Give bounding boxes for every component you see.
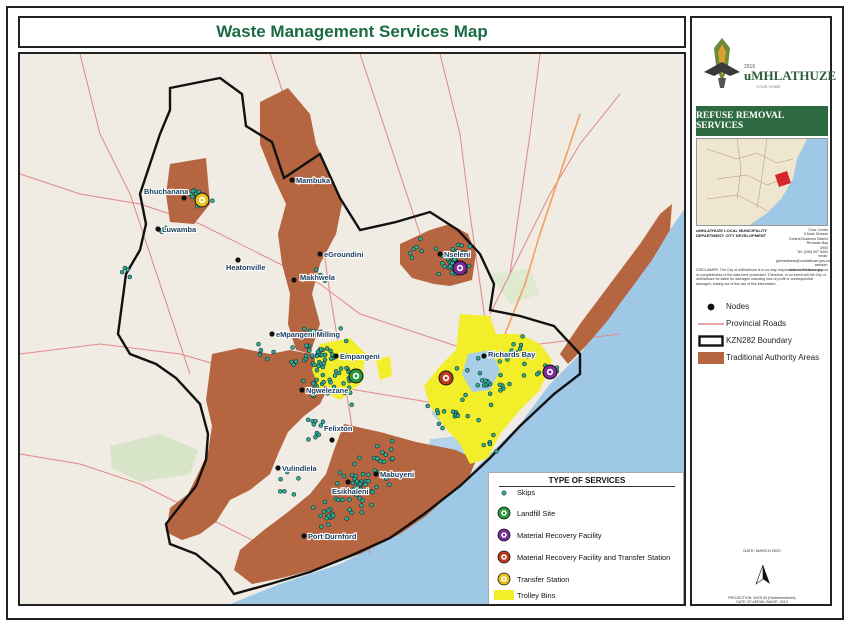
svg-text:Port Durnford: Port Durnford (308, 532, 357, 541)
inset-map-graphic (697, 139, 827, 225)
legend-nodes: Nodes (696, 298, 830, 315)
place-egroundini[interactable]: eGroundini (317, 249, 365, 260)
legend-trolley-bins: Trolley Bins (491, 590, 555, 600)
mrf-marker-alton[interactable] (542, 364, 558, 380)
svg-text:Bhuchanana: Bhuchanana (144, 187, 189, 196)
mrf-icon (491, 528, 517, 542)
legend-label: Trolley Bins (517, 590, 556, 600)
svg-text:eGroundini: eGroundini (324, 250, 363, 259)
place-heatonville[interactable]: Heatonville (225, 257, 267, 273)
legend-label: KZN282 Boundary (726, 336, 792, 345)
place-mambuka[interactable]: Mambuka (289, 175, 332, 186)
contact-details: Civic Centre 5 Mark Strasse Central Busi… (776, 228, 830, 272)
place-vulindlela[interactable]: Vulindlela (275, 463, 319, 474)
type-of-services-legend: TYPE OF SERVICES Skips Landfill Site Mat… (488, 472, 684, 604)
map-title: Waste Management Services Map (216, 22, 488, 41)
landfill-icon (491, 506, 517, 520)
legend-transfer-station: Transfer Station (491, 572, 569, 586)
legend-traditional-authority: Traditional Authority Areas (696, 349, 830, 366)
legend-skips: Skips (491, 488, 535, 497)
place-nseleni[interactable]: Nseleni (437, 249, 471, 260)
place-esikhaleni[interactable]: Esikhaleni (331, 479, 370, 497)
mrf-transfer-station-marker[interactable] (438, 370, 454, 386)
place-empangeni[interactable]: Empangeni (333, 351, 381, 362)
municipality-logo: 2016 uMHLATHUZE YOUR HOME (696, 28, 836, 98)
map-date: DATE: MARCH 2020 (743, 548, 781, 553)
legend-mrf-transfer: Material Recovery Facility and Transfer … (491, 550, 670, 564)
trolley-bin-swatch-icon (491, 590, 517, 600)
place-felixton[interactable]: Felixton (323, 423, 354, 443)
aerial-date-line: DATE OF AERIAL IMAGE: 2013 (736, 600, 788, 605)
node-dot-icon (696, 301, 726, 313)
svg-text:Vulindlela: Vulindlela (282, 464, 318, 473)
svg-text:Empangeni: Empangeni (340, 352, 380, 361)
legend-divider (499, 486, 675, 487)
place-empangeni-milling[interactable]: eMpangeni Milling (269, 329, 342, 340)
svg-text:Mambuka: Mambuka (296, 176, 331, 185)
place-ngwelezane[interactable]: Ngwelezane (299, 385, 349, 396)
refuse-removal-banner: REFUSE REMOVAL SERVICES (696, 106, 828, 136)
svg-text:Nseleni: Nseleni (444, 250, 470, 259)
legend-label: Material Recovery Facility (517, 530, 602, 540)
north-arrow-icon (755, 564, 770, 585)
svg-text:eMpangeni Milling: eMpangeni Milling (276, 330, 341, 339)
transfer-station-marker[interactable] (194, 192, 210, 208)
svg-text:Esikhaleni: Esikhaleni (332, 487, 369, 496)
mrf-marker-nseleni[interactable] (452, 260, 468, 276)
legend-label: Nodes (726, 302, 750, 311)
legend-label: Provincial Roads (726, 319, 787, 328)
legend-label: Skips (517, 488, 536, 497)
svg-text:Makhwela: Makhwela (300, 273, 336, 282)
side-panel: 2016 uMHLATHUZE YOUR HOME REFUSE REMOVAL… (690, 16, 836, 606)
transfer-station-icon (491, 572, 517, 586)
road-line-icon (696, 318, 726, 330)
boundary-swatch-icon (696, 334, 726, 347)
place-mabuyeni[interactable]: Mabuyeni (373, 469, 415, 480)
map-legend: Nodes Provincial Roads KZN282 Boundary T… (696, 298, 830, 366)
projection-info: PROJECTION: WGS 84 (Hartebeesthoek) DATE… (696, 596, 828, 605)
skip-icon (491, 489, 517, 497)
place-luwamba[interactable]: Luwamba (155, 224, 198, 235)
locality-inset-map (696, 138, 828, 226)
mrf-transfer-icon (491, 550, 517, 564)
eagle-emblem-icon (704, 38, 740, 88)
title-box: Waste Management Services Map (18, 16, 686, 48)
landfill-site-marker[interactable] (348, 368, 364, 384)
logo-tagline: YOUR HOME (756, 84, 781, 89)
map-panel[interactable]: Bhuchanana Luwamba Mambuka Heatonville e… (18, 52, 686, 606)
contact-line[interactable]: email: gisreadiness@umhlathuze.gov.za (776, 254, 830, 263)
ta-swatch-icon (696, 351, 726, 364)
legend-landfill: Landfill Site (491, 506, 555, 520)
svg-text:Mabuyeni: Mabuyeni (380, 470, 414, 479)
svg-text:Luwamba: Luwamba (162, 225, 197, 234)
legend-label: Landfill Site (517, 508, 556, 518)
legend-mrf: Material Recovery Facility (491, 528, 602, 542)
legend-label: Transfer Station (517, 574, 570, 584)
legend-label: Material Recovery Facility and Transfer … (517, 552, 671, 562)
place-richards-bay[interactable]: Richards Bay (481, 349, 537, 360)
svg-text:Heatonville: Heatonville (226, 263, 265, 272)
type-of-services-title: TYPE OF SERVICES (548, 476, 626, 485)
svg-text:Ngwelezane: Ngwelezane (306, 386, 348, 395)
logo-name: uMHLATHUZE (744, 68, 837, 83)
svg-text:Richards Bay: Richards Bay (488, 350, 536, 359)
department-name: DEPARTMENT: CITY DEVELOPMENT (696, 233, 767, 238)
legend-provincial-roads: Provincial Roads (696, 315, 830, 332)
place-makhwela[interactable]: Makhwela (291, 272, 337, 283)
place-port-durnford[interactable]: Port Durnford (301, 531, 358, 542)
municipality-title: uMHLATHUZE LOCAL MUNICIPALITY DEPARTMENT… (696, 228, 776, 238)
legend-boundary: KZN282 Boundary (696, 332, 830, 349)
legend-label: Traditional Authority Areas (726, 353, 820, 362)
svg-text:Felixton: Felixton (324, 424, 353, 433)
place-bhuchanana[interactable]: Bhuchanana (143, 186, 190, 201)
disclaimer-text: DISCLAIMER: The City of uMhlathuze is in… (696, 268, 826, 286)
